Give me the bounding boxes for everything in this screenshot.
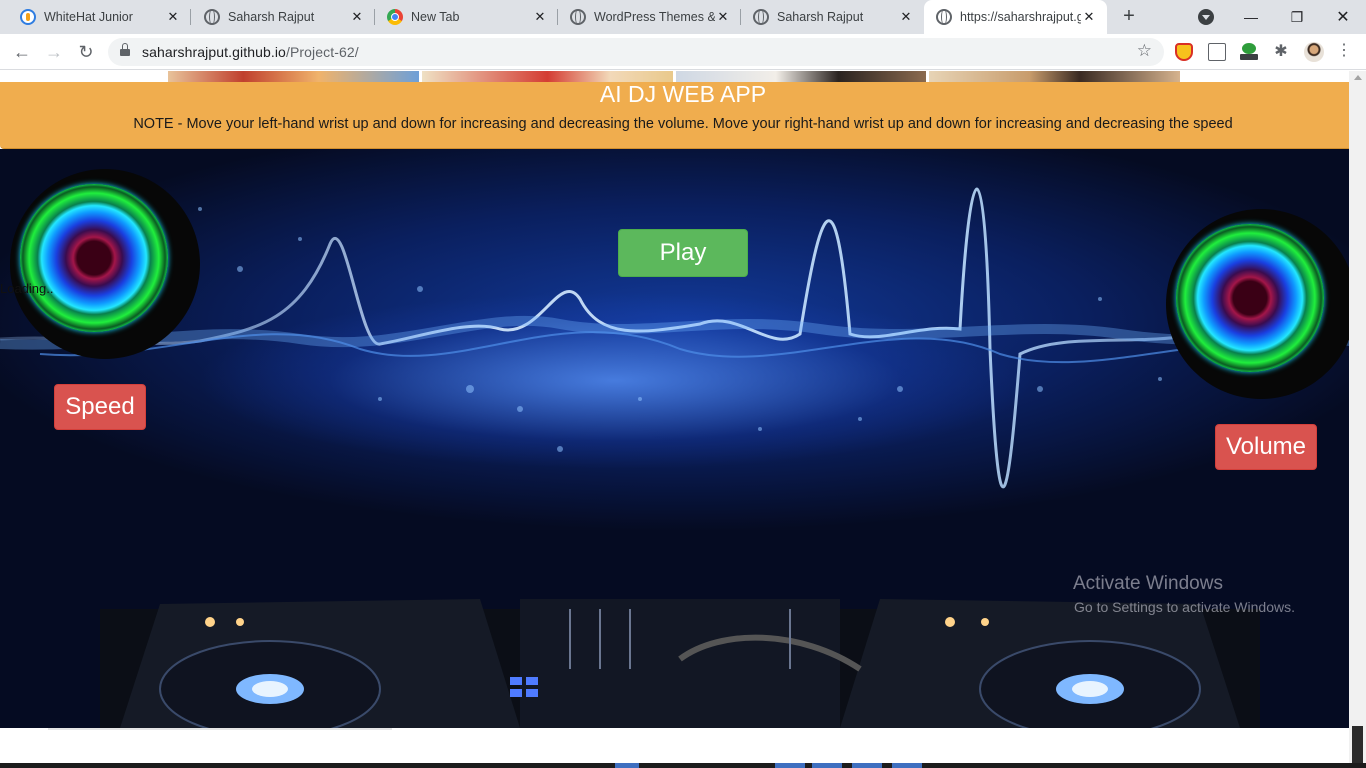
tab-title: Saharsh Rajput xyxy=(228,10,315,24)
globe-icon xyxy=(204,9,220,25)
close-icon[interactable]: ✕ xyxy=(349,9,365,25)
tab-title: https://saharshrajput.g xyxy=(960,10,1081,24)
right-speaker-graphic xyxy=(1166,209,1356,399)
watermark-subtitle: Go to Settings to activate Windows. xyxy=(1074,599,1295,615)
whitehat-icon xyxy=(20,9,36,25)
close-icon[interactable]: ✕ xyxy=(165,9,181,25)
left-speaker-graphic xyxy=(10,169,200,359)
photo-thumb xyxy=(168,71,419,82)
divider xyxy=(48,728,392,730)
url-host: saharshrajput.github.io xyxy=(142,44,286,60)
shield-extension-icon[interactable] xyxy=(1175,43,1193,61)
tree-extension-icon[interactable] xyxy=(1240,43,1258,61)
chrome-icon xyxy=(387,9,403,25)
url-text[interactable]: saharshrajput.github.io/Project-62/ xyxy=(142,44,359,60)
taskbar-item[interactable] xyxy=(615,763,639,768)
taskbar-item[interactable] xyxy=(852,763,882,768)
tab-wordpress-themes[interactable]: WordPress Themes & ✕ xyxy=(558,0,741,34)
taskbar-item[interactable] xyxy=(892,763,922,768)
tab-new-tab[interactable]: New Tab ✕ xyxy=(375,0,558,34)
url-path: /Project-62/ xyxy=(285,44,359,60)
tab-title: WordPress Themes & xyxy=(594,10,715,24)
back-button[interactable]: ← xyxy=(10,40,34,64)
taskbar-item[interactable] xyxy=(775,763,805,768)
photo-thumb xyxy=(929,71,1180,82)
tab-whitehat-junior[interactable]: WhiteHat Junior ✕ xyxy=(8,0,191,34)
play-button[interactable]: Play xyxy=(618,229,748,277)
speaker-ring xyxy=(20,184,168,332)
tab-strip: WhiteHat Junior ✕ Saharsh Rajput ✕ New T… xyxy=(0,0,1366,34)
tab-saharsh-rajput-2[interactable]: Saharsh Rajput ✕ xyxy=(741,0,924,34)
tab-title: New Tab xyxy=(411,10,460,24)
close-icon[interactable]: ✕ xyxy=(1081,9,1097,25)
scrollbar-thumb[interactable] xyxy=(1352,726,1363,768)
tab-active-project[interactable]: https://saharshrajput.g ✕ xyxy=(924,0,1107,34)
watermark-title: Activate Windows xyxy=(1073,573,1223,594)
scroll-up-arrow-icon[interactable] xyxy=(1354,75,1362,80)
menu-kebab-icon[interactable]: ⋮ xyxy=(1336,41,1352,61)
lock-icon[interactable] xyxy=(120,43,130,58)
profile-avatar[interactable] xyxy=(1304,42,1324,62)
tab-search-icon[interactable] xyxy=(1198,9,1214,25)
globe-icon xyxy=(936,9,952,25)
speed-button[interactable]: Speed xyxy=(54,384,146,430)
volume-button[interactable]: Volume xyxy=(1215,424,1317,470)
reload-button[interactable]: ↻ xyxy=(74,40,98,64)
dj-stage-background: Loading.. Play Speed Volume xyxy=(0,149,1366,728)
windows-activation-watermark: Activate Windows Go to Settings to activ… xyxy=(1073,573,1295,615)
globe-icon xyxy=(570,9,586,25)
close-icon[interactable]: ✕ xyxy=(532,9,548,25)
forward-button[interactable]: → xyxy=(42,40,66,64)
maximize-button[interactable]: ❐ xyxy=(1274,0,1320,34)
page-bottom-area xyxy=(0,728,1349,768)
address-bar[interactable]: saharshrajput.github.io/Project-62/ ☆ xyxy=(108,38,1164,66)
extensions-puzzle-icon[interactable]: ✱ xyxy=(1272,41,1290,60)
window-close-button[interactable]: ✕ xyxy=(1320,0,1366,34)
taskbar-item[interactable] xyxy=(812,763,842,768)
tab-separator xyxy=(190,9,191,25)
close-icon[interactable]: ✕ xyxy=(715,9,731,25)
page-header: AI DJ WEB APP NOTE - Move your left-hand… xyxy=(0,82,1366,149)
tab-title: WhiteHat Junior xyxy=(44,10,133,24)
document-extension-icon[interactable] xyxy=(1208,43,1226,61)
page-title: AI DJ WEB APP xyxy=(599,81,767,107)
minimize-button[interactable]: — xyxy=(1228,0,1274,34)
browser-toolbar: ← → ↻ saharshrajput.github.io/Project-62… xyxy=(0,34,1366,70)
globe-icon xyxy=(753,9,769,25)
vertical-scrollbar[interactable] xyxy=(1349,71,1366,768)
speaker-ring xyxy=(1176,224,1324,372)
page-viewport: AI DJ WEB APP NOTE - Move your left-hand… xyxy=(0,71,1366,768)
new-tab-button[interactable]: + xyxy=(1118,6,1140,28)
instruction-note: NOTE - Move your left-hand wrist up and … xyxy=(133,116,1233,132)
tab-title: Saharsh Rajput xyxy=(777,10,864,24)
loading-text: Loading.. xyxy=(0,281,54,296)
bookmark-star-icon[interactable]: ☆ xyxy=(1137,41,1152,61)
close-icon[interactable]: ✕ xyxy=(898,9,914,25)
taskbar-strip xyxy=(0,763,1366,768)
tab-saharsh-rajput[interactable]: Saharsh Rajput ✕ xyxy=(192,0,375,34)
